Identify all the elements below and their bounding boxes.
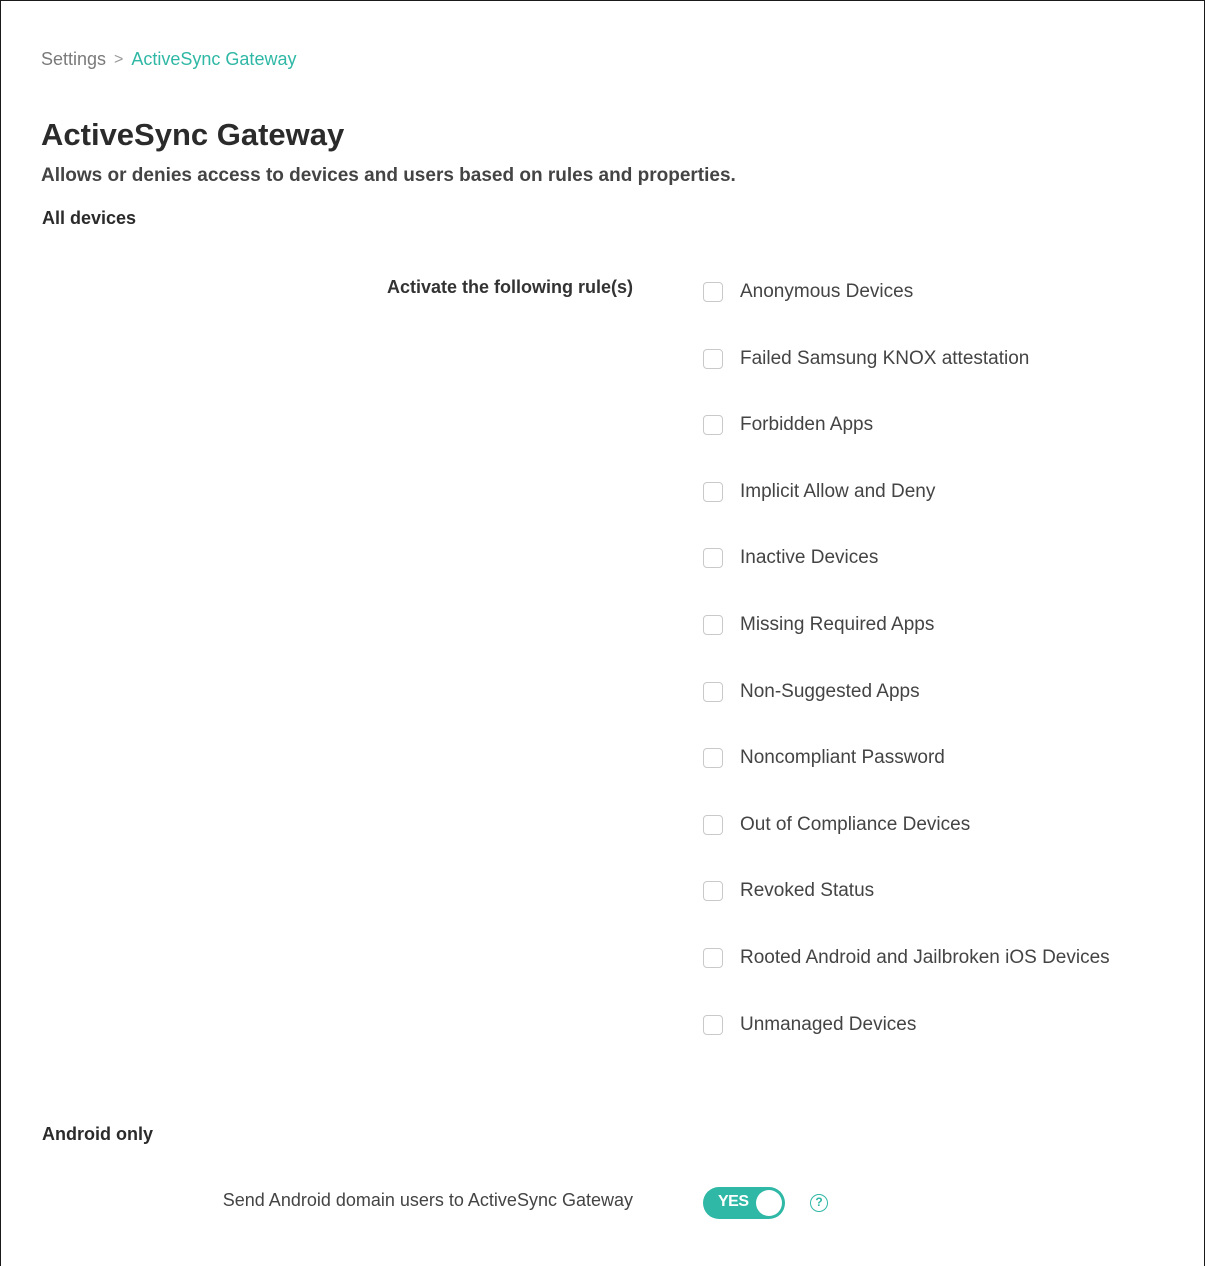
- rule-checkbox[interactable]: [703, 748, 723, 769]
- rule-implicit-allow-and-deny[interactable]: Implicit Allow and Deny: [703, 479, 1110, 546]
- rule-label: Rooted Android and Jailbroken iOS Device…: [740, 946, 1110, 968]
- rule-checkbox[interactable]: [703, 348, 723, 369]
- rule-label: Anonymous Devices: [740, 281, 914, 302]
- breadcrumb: Settings > ActiveSync Gateway: [41, 49, 296, 70]
- page-subtitle: Allows or denies access to devices and u…: [41, 165, 736, 186]
- page-title: ActiveSync Gateway: [41, 117, 345, 152]
- android-only-heading: Android only: [42, 1124, 153, 1144]
- rule-label: Failed Samsung KNOX attestation: [740, 347, 1030, 369]
- toggle-value-label: YES: [718, 1193, 749, 1210]
- breadcrumb-separator: >: [114, 50, 124, 68]
- rule-revoked-status[interactable]: Revoked Status: [703, 878, 1110, 945]
- rule-checkbox[interactable]: [703, 614, 723, 635]
- question-circle-icon[interactable]: ?: [810, 1194, 828, 1212]
- rule-failed-samsung-knox-attestation[interactable]: Failed Samsung KNOX attestation: [703, 346, 1110, 413]
- rule-inactive-devices[interactable]: Inactive Devices: [703, 545, 1110, 612]
- rule-label: Implicit Allow and Deny: [740, 480, 936, 502]
- send-android-users-toggle[interactable]: YES: [703, 1187, 785, 1219]
- rule-label: Noncompliant Password: [740, 747, 945, 769]
- rule-label: Non-Suggested Apps: [740, 680, 920, 702]
- rule-checkbox-list: Anonymous Devices Failed Samsung KNOX at…: [703, 279, 1110, 1078]
- rule-label: Missing Required Apps: [740, 613, 935, 635]
- rule-rooted-android-jailbroken-ios[interactable]: Rooted Android and Jailbroken iOS Device…: [703, 945, 1110, 1012]
- toggle-knob: [756, 1190, 782, 1216]
- rule-checkbox[interactable]: [703, 947, 723, 968]
- android-setting-label: Send Android domain users to ActiveSync …: [222, 1190, 633, 1210]
- rule-label: Inactive Devices: [740, 547, 879, 569]
- rule-checkbox[interactable]: [703, 548, 723, 569]
- breadcrumb-settings-link[interactable]: Settings: [41, 49, 106, 70]
- rule-label: Forbidden Apps: [740, 414, 874, 436]
- rule-forbidden-apps[interactable]: Forbidden Apps: [703, 412, 1110, 479]
- rule-checkbox[interactable]: [703, 814, 723, 835]
- rule-checkbox[interactable]: [703, 415, 723, 436]
- rule-label: Revoked Status: [740, 880, 875, 902]
- rule-label: Unmanaged Devices: [740, 1013, 917, 1035]
- breadcrumb-current: ActiveSync Gateway: [131, 49, 297, 69]
- rule-noncompliant-password[interactable]: Noncompliant Password: [703, 745, 1110, 812]
- rule-out-of-compliance-devices[interactable]: Out of Compliance Devices: [703, 812, 1110, 879]
- rule-unmanaged-devices[interactable]: Unmanaged Devices: [703, 1012, 1110, 1079]
- rule-non-suggested-apps[interactable]: Non-Suggested Apps: [703, 679, 1110, 746]
- rules-label: Activate the following rule(s): [386, 277, 633, 297]
- page-frame: Settings > ActiveSync Gateway ActiveSync…: [0, 0, 1205, 1266]
- rule-checkbox[interactable]: [703, 881, 723, 902]
- rule-checkbox[interactable]: [703, 681, 723, 702]
- rule-checkbox[interactable]: [703, 282, 723, 302]
- rule-checkbox[interactable]: [703, 481, 723, 502]
- rule-label: Out of Compliance Devices: [740, 813, 971, 835]
- rule-checkbox[interactable]: [703, 1014, 723, 1035]
- all-devices-heading: All devices: [42, 208, 137, 228]
- rule-anonymous-devices[interactable]: Anonymous Devices: [703, 279, 1110, 346]
- rule-missing-required-apps[interactable]: Missing Required Apps: [703, 612, 1110, 679]
